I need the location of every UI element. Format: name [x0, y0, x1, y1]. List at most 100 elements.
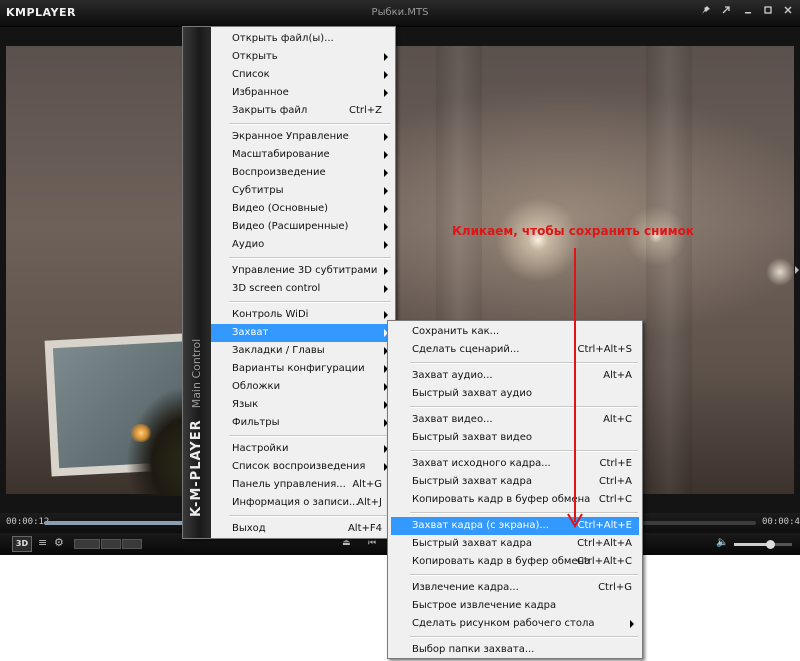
- capture-menu-item[interactable]: Извлечение кадра... Ctrl+G: [391, 579, 639, 597]
- menu-item-label: Масштабирование: [232, 149, 330, 160]
- main-menu-item[interactable]: Открыть: [211, 48, 395, 66]
- menu-separator: [410, 406, 638, 408]
- title-bar[interactable]: KMPLAYER Рыбки.MTS: [0, 0, 800, 27]
- capture-menu-item[interactable]: Быстрое извлечение кадра: [391, 597, 639, 615]
- main-menu-item[interactable]: Управление 3D субтитрами: [211, 262, 395, 280]
- main-menu-item[interactable]: Субтитры: [211, 182, 395, 200]
- main-menu-item[interactable]: Видео (Основные): [211, 200, 395, 218]
- menu-item-label: Выход: [232, 523, 266, 534]
- mini-control-2[interactable]: [101, 539, 121, 549]
- submenu-arrow-icon: [384, 89, 388, 97]
- volume-knob[interactable]: [765, 540, 775, 549]
- submenu-arrow-icon: [384, 71, 388, 79]
- menu-item-shortcut: Ctrl+G: [598, 582, 632, 593]
- main-menu-item[interactable]: 3D screen control: [211, 280, 395, 298]
- strip-subtitle: Main Control: [190, 338, 203, 409]
- menu-item-label: Захват видео...: [412, 414, 493, 425]
- menu-item-label: Быстрое извлечение кадра: [412, 600, 557, 611]
- main-menu-item[interactable]: Открыть файл(ы)...: [211, 30, 395, 48]
- 3d-button[interactable]: 3D: [12, 536, 32, 552]
- capture-menu-item[interactable]: Копировать кадр в буфер обмена Ctrl+Alt+C: [391, 553, 639, 571]
- annotation-arrow: [567, 248, 583, 528]
- capture-menu-item[interactable]: Сделать сценарий... Ctrl+Alt+S: [391, 341, 639, 359]
- main-menu-item[interactable]: Настройки: [211, 440, 395, 458]
- main-menu-item[interactable]: Выход Alt+F4: [211, 520, 395, 538]
- maximize-icon[interactable]: [760, 5, 776, 21]
- menu-separator: [410, 450, 638, 452]
- menu-item-shortcut: Alt+C: [603, 414, 632, 425]
- main-menu-item[interactable]: Захват: [211, 324, 395, 342]
- volume-fill: [734, 543, 770, 546]
- capture-menu-item[interactable]: Быстрый захват аудио: [391, 385, 639, 403]
- playlist-icon[interactable]: ≡: [38, 536, 47, 550]
- menu-item-shortcut: Ctrl+A: [598, 476, 632, 487]
- main-menu-item[interactable]: Язык: [211, 396, 395, 414]
- capture-menu-item[interactable]: Быстрый захват видео: [391, 429, 639, 447]
- main-menu-item[interactable]: Информация о записи... Alt+J: [211, 494, 395, 512]
- menu-separator: [229, 515, 391, 517]
- restore-icon[interactable]: [718, 5, 734, 21]
- side-arrow-icon[interactable]: [795, 266, 799, 274]
- main-menu-item[interactable]: Список воспроизведения: [211, 458, 395, 476]
- mini-control-1[interactable]: [74, 539, 100, 549]
- main-menu-item[interactable]: Закрыть файл Ctrl+Z: [211, 102, 395, 120]
- main-menu-item[interactable]: Масштабирование: [211, 146, 395, 164]
- menu-item-label: Информация о записи...: [232, 497, 359, 508]
- main-menu-item[interactable]: Избранное: [211, 84, 395, 102]
- capture-menu-item[interactable]: Захват аудио... Alt+A: [391, 367, 639, 385]
- menu-item-shortcut: Alt+A: [603, 370, 632, 381]
- submenu-arrow-icon: [384, 133, 388, 141]
- strip-brand: K-M-PLAYER: [189, 419, 204, 517]
- capture-menu-item[interactable]: Захват кадра (с экрана)... Ctrl+Alt+E: [391, 517, 639, 535]
- menu-item-label: Настройки: [232, 443, 289, 454]
- capture-menu-item[interactable]: Быстрый захват кадра Ctrl+A: [391, 473, 639, 491]
- capture-menu-item[interactable]: Захват исходного кадра... Ctrl+E: [391, 455, 639, 473]
- capture-menu-item[interactable]: Копировать кадр в буфер обмена Ctrl+C: [391, 491, 639, 509]
- menu-item-label: Быстрый захват видео: [412, 432, 532, 443]
- gear-icon[interactable]: ⚙: [54, 536, 64, 550]
- capture-menu-item[interactable]: Сделать рисунком рабочего стола: [391, 615, 639, 633]
- pin-icon[interactable]: [698, 5, 714, 21]
- main-menu-item[interactable]: Видео (Расширенные): [211, 218, 395, 236]
- main-menu-item[interactable]: Аудио: [211, 236, 395, 254]
- menu-item-label: Управление 3D субтитрами: [232, 265, 378, 276]
- mini-control-3[interactable]: [122, 539, 142, 549]
- capture-submenu: Сохранить как... Сделать сценарий... Ctrl+…: [387, 320, 643, 659]
- annotation-text: Кликаем, чтобы сохранить снимок: [452, 224, 694, 238]
- main-menu-item[interactable]: Варианты конфигурации: [211, 360, 395, 378]
- menu-item-shortcut: Ctrl+E: [599, 458, 633, 469]
- volume-slider[interactable]: [734, 540, 792, 549]
- menu-item-label: Захват аудио...: [412, 370, 493, 381]
- menu-item-label: Сделать рисунком рабочего стола: [412, 618, 595, 629]
- menu-separator: [410, 636, 638, 638]
- close-icon[interactable]: [780, 5, 796, 21]
- main-menu-item[interactable]: Экранное Управление: [211, 128, 395, 146]
- capture-menu-item[interactable]: Сохранить как...: [391, 323, 639, 341]
- submenu-arrow-icon: [384, 241, 388, 249]
- menu-item-label: Быстрый захват кадра: [412, 538, 532, 549]
- menu-separator: [410, 362, 638, 364]
- capture-menu-item[interactable]: Захват видео... Alt+C: [391, 411, 639, 429]
- main-menu-item[interactable]: Обложки: [211, 378, 395, 396]
- menu-item-label: Видео (Расширенные): [232, 221, 349, 232]
- video-scene-candle: [130, 424, 152, 442]
- main-menu-item[interactable]: Воспроизведение: [211, 164, 395, 182]
- capture-menu-item[interactable]: Выбор папки захвата...: [391, 641, 639, 659]
- volume-icon[interactable]: 🔈: [716, 536, 728, 550]
- main-menu-item[interactable]: Контроль WiDi: [211, 306, 395, 324]
- menu-item-label: Сделать сценарий...: [412, 344, 520, 355]
- submenu-arrow-icon: [384, 205, 388, 213]
- main-menu-item[interactable]: Фильтры: [211, 414, 395, 432]
- main-menu-item[interactable]: Список: [211, 66, 395, 84]
- menu-item-label: Быстрый захват аудио: [412, 388, 532, 399]
- capture-menu-item[interactable]: Быстрый захват кадра Ctrl+Alt+A: [391, 535, 639, 553]
- submenu-arrow-icon: [384, 267, 388, 275]
- main-menu-item[interactable]: Панель управления... Alt+G: [211, 476, 395, 494]
- menu-item-label: Захват кадра (с экрана)...: [412, 520, 549, 531]
- menu-item-label: Открыть: [232, 51, 278, 62]
- minimize-icon[interactable]: [740, 5, 756, 21]
- menu-separator: [229, 435, 391, 437]
- time-elapsed: 00:00:12: [6, 517, 50, 527]
- menu-item-label: Копировать кадр в буфер обмена: [412, 556, 591, 567]
- main-menu-item[interactable]: Закладки / Главы: [211, 342, 395, 360]
